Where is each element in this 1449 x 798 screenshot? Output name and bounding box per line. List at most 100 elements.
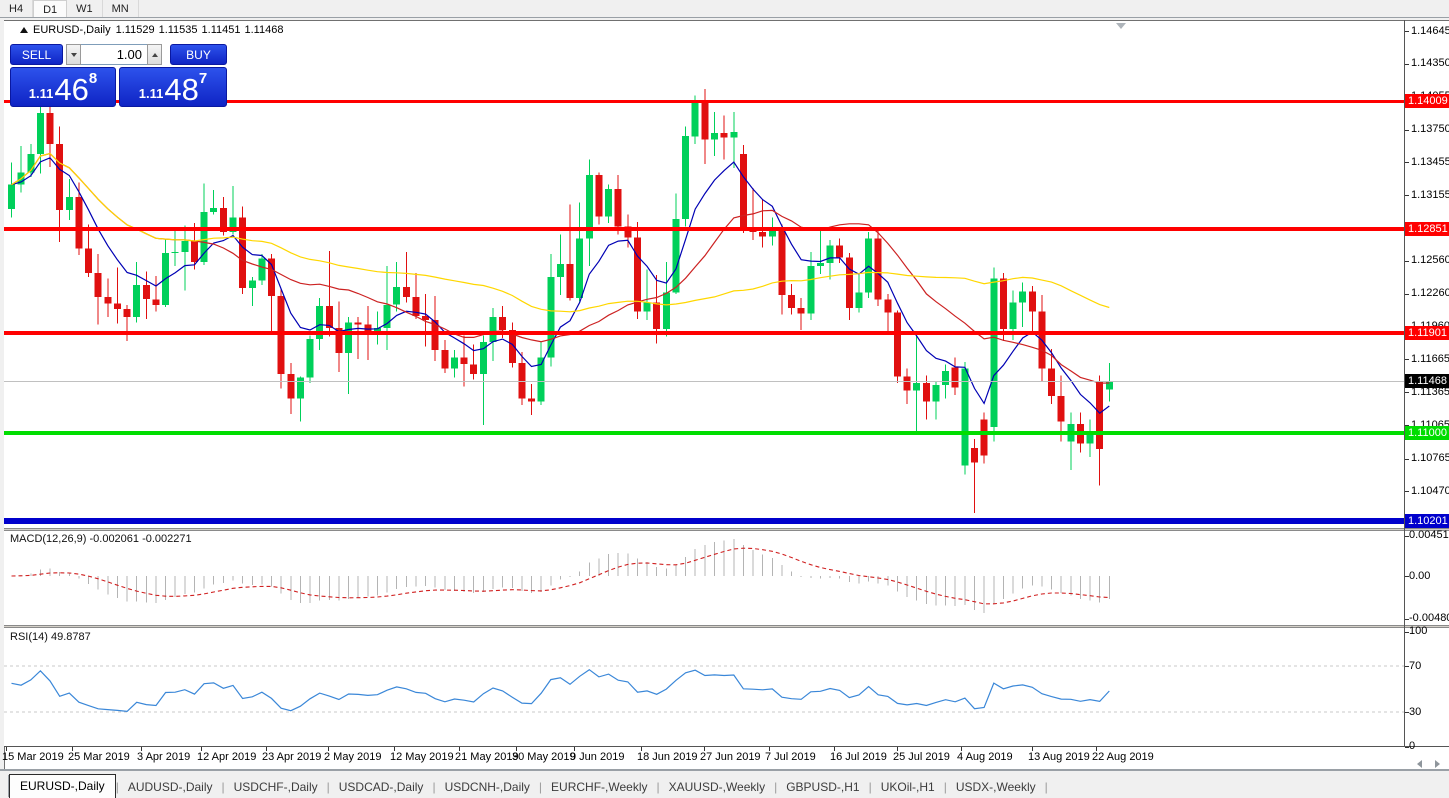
date-label: 16 Jul 2019	[830, 751, 887, 763]
macd-axis-label: -0.004806	[1409, 612, 1449, 625]
date-label: 15 Mar 2019	[2, 751, 64, 763]
date-label: 25 Jul 2019	[893, 751, 950, 763]
up-triangle-icon	[152, 53, 158, 57]
volume-input[interactable]	[81, 44, 147, 65]
price-tick-mark	[1405, 359, 1409, 360]
horizontal-line-1.12851[interactable]	[4, 227, 1404, 231]
timeframe-tab-mn[interactable]: MN	[103, 0, 139, 17]
sell-price-point: 8	[89, 70, 97, 87]
buy-price-panel[interactable]: 1.11487	[119, 67, 227, 107]
price-tick-label: 1.13750	[1411, 123, 1449, 136]
quote-high: 1.11535	[159, 24, 198, 36]
current-price-badge: 1.11468	[1405, 374, 1449, 388]
date-label: 4 Aug 2019	[957, 751, 1013, 763]
price-tick-mark	[1405, 130, 1409, 131]
chart-shift-marker-icon[interactable]	[1116, 23, 1126, 29]
timeframe-toolbar: H4D1W1MN	[0, 0, 1449, 18]
horizontal-line-1.11901[interactable]	[4, 331, 1404, 335]
tab-scroll-buttons	[1413, 758, 1443, 770]
ohlc-quote: 1.11529 1.11535 1.114511.11468	[116, 24, 288, 36]
quote-close: 1.11468	[244, 24, 283, 36]
price-tick-mark	[1405, 261, 1409, 262]
tab-bar-grip[interactable]	[0, 775, 9, 797]
tab-scroll-left-button[interactable]	[1413, 758, 1425, 770]
tab-scroll-right-button[interactable]	[1431, 758, 1443, 770]
rsi-axis-label: 100	[1409, 625, 1427, 638]
symbol-period-label: EURUSD-,Daily	[33, 24, 111, 36]
sell-price-pips: 46	[54, 75, 88, 104]
date-label: 23 Apr 2019	[262, 751, 321, 763]
horizontal-line-1.11000[interactable]	[4, 431, 1404, 435]
price-tick-mark	[1405, 195, 1409, 196]
volume-decrease-button[interactable]	[66, 44, 81, 65]
date-label: 3 Apr 2019	[137, 751, 190, 763]
price-tick-mark	[1405, 392, 1409, 393]
price-tick-mark	[1405, 294, 1409, 295]
timeframe-tab-d1[interactable]: D1	[33, 0, 67, 17]
price-tick-label: 1.11665	[1411, 353, 1449, 366]
rsi-chart-canvas[interactable]	[4, 628, 1404, 746]
date-label: 12 May 2019	[390, 751, 454, 763]
date-label: 7 Jul 2019	[765, 751, 816, 763]
sell-button[interactable]: SELL	[10, 44, 63, 65]
date-label: 22 Aug 2019	[1092, 751, 1154, 763]
sell-price-panel[interactable]: 1.11468	[10, 67, 116, 107]
date-label: 13 Aug 2019	[1028, 751, 1090, 763]
rsi-label: RSI(14) 49.8787	[10, 631, 91, 643]
price-badge-1.14009: 1.14009	[1405, 94, 1449, 108]
date-label: 25 Mar 2019	[68, 751, 130, 763]
mt4-window: H4D1W1MN EURUSD-,Daily 1.115291.115351.1…	[0, 0, 1449, 798]
price-tick-label: 1.13155	[1411, 189, 1449, 202]
left-triangle-icon	[1417, 760, 1422, 768]
timeframe-tab-h4[interactable]: H4	[0, 0, 33, 17]
symbol-tab-gbpusd-h1[interactable]: GBPUSD-,H1	[777, 777, 868, 797]
symbol-tab-usdchf-daily[interactable]: USDCHF-,Daily	[225, 777, 327, 797]
one-click-trading-widget: SELL BUY 1.11468 1.11487	[10, 44, 227, 107]
symbol-tab-usdcad-daily[interactable]: USDCAD-,Daily	[330, 777, 433, 797]
price-tick-mark	[1405, 64, 1409, 65]
volume-increase-button[interactable]	[147, 44, 162, 65]
timeframe-tab-w1[interactable]: W1	[67, 0, 103, 17]
macd-chart-canvas[interactable]	[4, 531, 1404, 625]
rsi-axis-label: 30	[1409, 706, 1421, 719]
quote-low: 1.11451	[202, 24, 241, 36]
date-label: 2 May 2019	[324, 751, 381, 763]
quote-open: 1.11529	[116, 24, 155, 36]
date-label: 12 Apr 2019	[197, 751, 256, 763]
price-tick-label: 1.14645	[1411, 25, 1449, 38]
price-tick-label: 1.10470	[1411, 485, 1449, 498]
date-label: 27 Jun 2019	[700, 751, 761, 763]
price-tick-label: 1.13455	[1411, 156, 1449, 169]
price-badge-1.12851: 1.12851	[1405, 222, 1449, 236]
price-tick-mark	[1405, 31, 1409, 32]
symbol-tab-bar: EURUSD-,Daily|AUDUSD-,Daily|USDCHF-,Dail…	[0, 771, 1449, 798]
divider	[4, 746, 1449, 747]
symbol-tab-usdcnh-daily[interactable]: USDCNH-,Daily	[436, 777, 539, 797]
sell-price-prefix: 1.11	[29, 86, 54, 101]
price-tick-mark	[1405, 491, 1409, 492]
macd-label: MACD(12,26,9) -0.002061 -0.002271	[10, 533, 192, 545]
price-tick-label: 1.12260	[1411, 287, 1449, 300]
symbol-tab-eurusd-daily[interactable]: EURUSD-,Daily	[9, 774, 116, 798]
date-label: 30 May 2019	[512, 751, 576, 763]
rsi-axis-label: 0	[1409, 740, 1415, 753]
down-triangle-icon	[71, 53, 77, 57]
buy-button[interactable]: BUY	[170, 44, 227, 65]
symbol-tab-xauusd-weekly[interactable]: XAUUSD-,Weekly	[660, 777, 774, 797]
collapse-panel-icon[interactable]	[20, 27, 28, 33]
symbol-tab-audusd-daily[interactable]: AUDUSD-,Daily	[119, 777, 222, 797]
date-label: 18 Jun 2019	[637, 751, 698, 763]
macd-axis-label: 0.004517	[1409, 529, 1449, 542]
price-tick-mark	[1405, 459, 1409, 460]
macd-histogram	[12, 539, 1110, 613]
rsi-axis-label: 70	[1409, 660, 1421, 673]
buy-price-point: 7	[199, 70, 207, 87]
price-tick-mark	[1405, 162, 1409, 163]
horizontal-line-1.10201[interactable]	[4, 518, 1404, 524]
symbol-tab-eurchf-weekly[interactable]: EURCHF-,Weekly	[542, 777, 656, 797]
date-label: 21 May 2019	[455, 751, 519, 763]
symbol-tab-usdx-weekly[interactable]: USDX-,Weekly	[947, 777, 1045, 797]
symbol-tab-ukoil-h1[interactable]: UKOil-,H1	[872, 777, 944, 797]
price-badge-1.10201: 1.10201	[1405, 514, 1449, 528]
price-badge-1.11901: 1.11901	[1405, 326, 1449, 340]
